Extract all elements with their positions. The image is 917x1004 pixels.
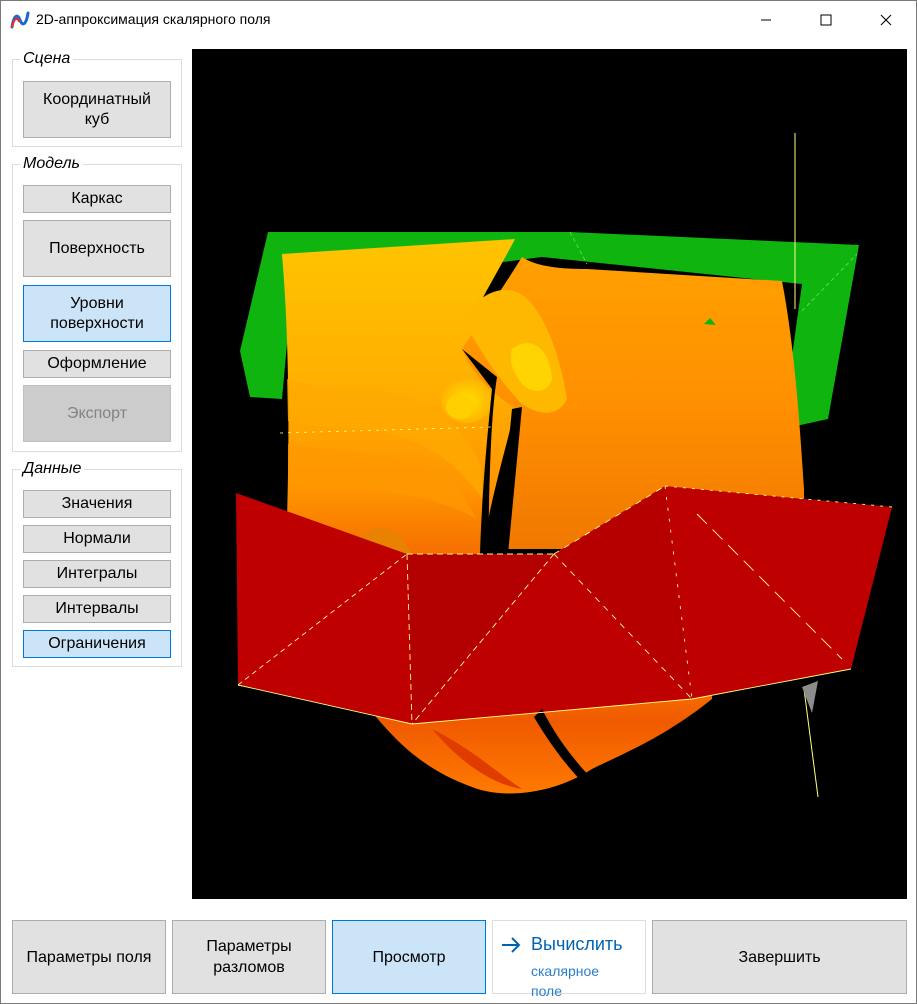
- surface-button[interactable]: Поверхность: [23, 220, 171, 277]
- minimize-icon: [761, 19, 771, 21]
- scalar-field-render: [236, 133, 893, 798]
- model-group: Модель Каркас Поверхность Уровни поверхн…: [12, 155, 182, 452]
- surface-levels-button[interactable]: Уровни поверхности: [23, 285, 171, 342]
- integrals-button[interactable]: Интегралы: [23, 560, 171, 588]
- wireframe-label: Каркас: [71, 190, 123, 207]
- compute-main-label: Вычислить: [531, 934, 623, 954]
- scene-group: Сцена Координатный куб: [12, 50, 182, 147]
- constraints-button[interactable]: Ограничения: [23, 630, 171, 658]
- coordinate-cube-label: Координатный куб: [43, 90, 151, 128]
- finish-label: Завершить: [738, 948, 821, 966]
- normals-label: Нормали: [63, 530, 131, 547]
- fault-shadow: [802, 681, 818, 713]
- fault-params-button[interactable]: Параметры разломов: [172, 920, 326, 994]
- integrals-label: Интегралы: [56, 565, 138, 582]
- compute-field-command-link[interactable]: Вычислить скалярное поле: [492, 920, 646, 999]
- intervals-button[interactable]: Интервалы: [23, 595, 171, 623]
- coordinate-cube-button[interactable]: Координатный куб: [23, 81, 171, 138]
- wireframe-button[interactable]: Каркас: [23, 185, 171, 213]
- scene-group-legend: Сцена: [20, 50, 74, 68]
- data-group-legend: Данные: [20, 460, 85, 478]
- intervals-label: Интервалы: [55, 600, 139, 617]
- app-logo-icon: [10, 11, 30, 29]
- title-bar: 2D-аппроксимация скалярного поля: [1, 1, 916, 39]
- main-window: 2D-аппроксимация скалярного поля Сцена К…: [0, 0, 917, 1004]
- data-group: Данные Значения Нормали Интегралы Интерв…: [12, 460, 182, 667]
- fault-params-label: Параметры разломов: [206, 938, 292, 976]
- close-button[interactable]: [856, 1, 916, 39]
- model-group-legend: Модель: [20, 155, 83, 173]
- surface-bump-core: [446, 395, 474, 419]
- maximize-icon: [820, 14, 832, 26]
- window-title: 2D-аппроксимация скалярного поля: [36, 11, 271, 27]
- preview-button[interactable]: Просмотр: [332, 920, 486, 994]
- field-params-label: Параметры поля: [26, 948, 152, 966]
- export-button[interactable]: Экспорт: [23, 385, 171, 442]
- compute-sub-label: скалярное поле: [531, 963, 600, 999]
- preview-label: Просмотр: [372, 948, 446, 966]
- maximize-button[interactable]: [796, 1, 856, 39]
- surface-levels-label: Уровни поверхности: [50, 294, 144, 332]
- arrow-right-icon: [502, 937, 521, 953]
- values-button[interactable]: Значения: [23, 490, 171, 518]
- field-params-button[interactable]: Параметры поля: [12, 920, 166, 994]
- appearance-button[interactable]: Оформление: [23, 350, 171, 378]
- appearance-label: Оформление: [47, 355, 147, 372]
- values-label: Значения: [61, 495, 133, 512]
- 3d-viewport[interactable]: [192, 49, 907, 899]
- export-label: Экспорт: [66, 404, 128, 422]
- normals-button[interactable]: Нормали: [23, 525, 171, 553]
- finish-button[interactable]: Завершить: [652, 920, 907, 994]
- constraints-label: Ограничения: [48, 635, 146, 652]
- minimize-button[interactable]: [736, 1, 796, 39]
- surface-label: Поверхность: [49, 239, 145, 257]
- close-icon: [880, 14, 892, 26]
